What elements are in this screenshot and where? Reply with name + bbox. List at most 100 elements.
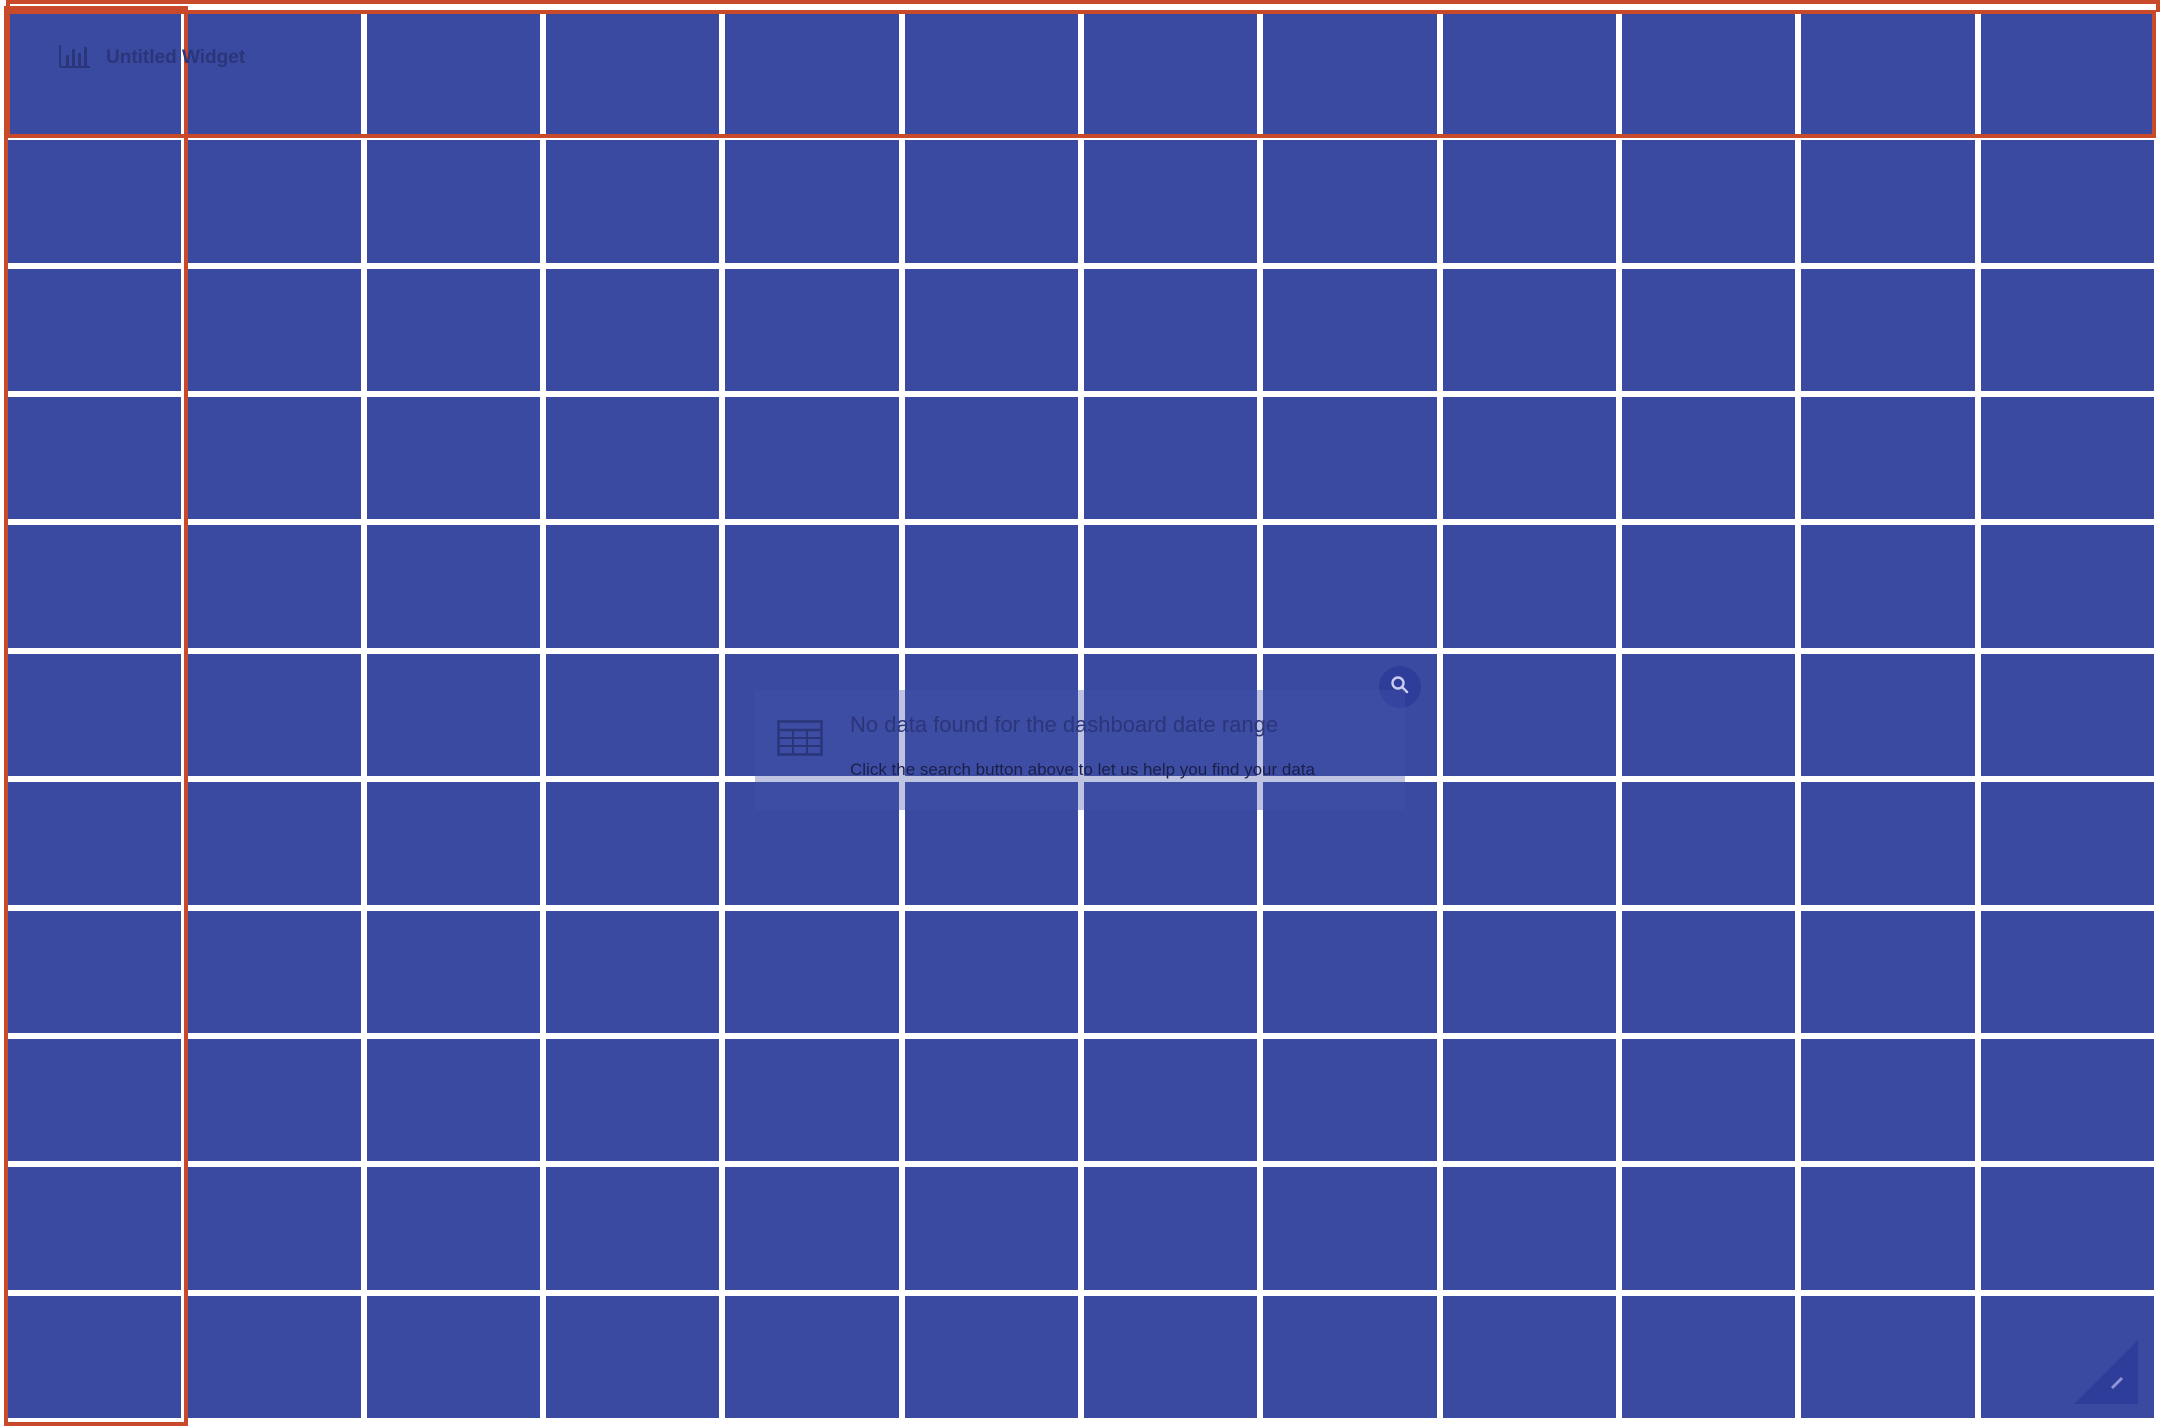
grid-cell[interactable] xyxy=(725,1295,899,1418)
grid-cell[interactable] xyxy=(545,140,720,263)
grid-cell[interactable] xyxy=(8,1167,182,1290)
grid-cell[interactable] xyxy=(1083,397,1258,520)
grid-cell[interactable] xyxy=(1801,12,1975,135)
grid-cell[interactable] xyxy=(187,140,361,263)
grid-cell[interactable] xyxy=(725,1038,899,1162)
grid-cell[interactable] xyxy=(1442,268,1616,392)
grid-cell[interactable] xyxy=(904,525,1078,648)
grid-cell[interactable] xyxy=(8,140,182,263)
grid-cell[interactable] xyxy=(545,525,720,648)
grid-cell[interactable] xyxy=(1801,782,1975,905)
grid-cell[interactable] xyxy=(545,653,720,777)
grid-cell[interactable] xyxy=(1263,910,1437,1033)
grid-cell[interactable] xyxy=(904,397,1078,520)
grid-cell[interactable] xyxy=(725,525,899,648)
grid-cell[interactable] xyxy=(1621,140,1796,263)
grid-cell[interactable] xyxy=(187,1167,361,1290)
grid-cell[interactable] xyxy=(366,397,540,520)
grid-cell[interactable] xyxy=(545,1038,720,1162)
grid-cell[interactable] xyxy=(187,1295,361,1418)
grid-cell[interactable] xyxy=(725,12,899,135)
grid-cell[interactable] xyxy=(366,1167,540,1290)
grid-cell[interactable] xyxy=(1083,268,1258,392)
grid-cell[interactable] xyxy=(366,653,540,777)
grid-cell[interactable] xyxy=(1801,397,1975,520)
grid-cell[interactable] xyxy=(1621,525,1796,648)
grid-cell[interactable] xyxy=(725,268,899,392)
grid-cell[interactable] xyxy=(8,268,182,392)
grid-cell[interactable] xyxy=(1621,653,1796,777)
grid-cell[interactable] xyxy=(187,1038,361,1162)
grid-cell[interactable] xyxy=(1801,653,1975,777)
grid-cell[interactable] xyxy=(1442,653,1616,777)
grid-cell[interactable] xyxy=(1442,12,1616,135)
grid-cell[interactable] xyxy=(904,140,1078,263)
resize-handle[interactable] xyxy=(2074,1340,2138,1404)
grid-cell[interactable] xyxy=(545,12,720,135)
grid-cell[interactable] xyxy=(1263,1038,1437,1162)
grid-cell[interactable] xyxy=(725,910,899,1033)
grid-cell[interactable] xyxy=(1442,140,1616,263)
grid-cell[interactable] xyxy=(904,1295,1078,1418)
grid-cell[interactable] xyxy=(545,910,720,1033)
grid-cell[interactable] xyxy=(1083,1038,1258,1162)
grid-cell[interactable] xyxy=(545,1167,720,1290)
grid-cell[interactable] xyxy=(1263,140,1437,263)
grid-cell[interactable] xyxy=(366,525,540,648)
widget-header[interactable]: Untitled Widget xyxy=(58,40,245,76)
grid-cell[interactable] xyxy=(1263,397,1437,520)
grid-cell[interactable] xyxy=(8,1295,182,1418)
grid-cell[interactable] xyxy=(187,268,361,392)
grid-cell[interactable] xyxy=(1442,782,1616,905)
grid-cell[interactable] xyxy=(1801,1038,1975,1162)
grid-cell[interactable] xyxy=(545,1295,720,1418)
grid-cell[interactable] xyxy=(545,782,720,905)
widget-title[interactable]: Untitled Widget xyxy=(106,47,245,69)
grid-cell[interactable] xyxy=(1801,140,1975,263)
grid-cell[interactable] xyxy=(904,910,1078,1033)
grid-cell[interactable] xyxy=(1980,782,2154,905)
grid-cell[interactable] xyxy=(1442,397,1616,520)
grid-cell[interactable] xyxy=(1621,910,1796,1033)
grid-cell[interactable] xyxy=(1442,1038,1616,1162)
grid-cell[interactable] xyxy=(725,140,899,263)
grid-cell[interactable] xyxy=(904,12,1078,135)
grid-cell[interactable] xyxy=(1083,1167,1258,1290)
grid-cell[interactable] xyxy=(8,525,182,648)
grid-cell[interactable] xyxy=(1980,1038,2154,1162)
grid-cell[interactable] xyxy=(1980,397,2154,520)
grid-cell[interactable] xyxy=(1621,782,1796,905)
grid-cell[interactable] xyxy=(904,1167,1078,1290)
grid-cell[interactable] xyxy=(1442,1167,1616,1290)
grid-cell[interactable] xyxy=(1621,397,1796,520)
grid-cell[interactable] xyxy=(1442,910,1616,1033)
grid-cell[interactable] xyxy=(904,268,1078,392)
grid-cell[interactable] xyxy=(366,1295,540,1418)
grid-cell[interactable] xyxy=(545,268,720,392)
grid-cell[interactable] xyxy=(187,653,361,777)
grid-cell[interactable] xyxy=(187,397,361,520)
grid-cell[interactable] xyxy=(1263,1295,1437,1418)
grid-cell[interactable] xyxy=(904,1038,1078,1162)
grid-cell[interactable] xyxy=(8,653,182,777)
grid-cell[interactable] xyxy=(1621,12,1796,135)
grid-cell[interactable] xyxy=(1980,525,2154,648)
grid-cell[interactable] xyxy=(1980,653,2154,777)
grid-cell[interactable] xyxy=(1442,525,1616,648)
grid-cell[interactable] xyxy=(1801,910,1975,1033)
grid-cell[interactable] xyxy=(1980,910,2154,1033)
grid-cell[interactable] xyxy=(1083,140,1258,263)
grid-cell[interactable] xyxy=(1083,910,1258,1033)
grid-cell[interactable] xyxy=(1621,268,1796,392)
grid-cell[interactable] xyxy=(1801,1295,1975,1418)
grid-cell[interactable] xyxy=(366,1038,540,1162)
grid-cell[interactable] xyxy=(725,397,899,520)
grid-cell[interactable] xyxy=(1980,1167,2154,1290)
grid-cell[interactable] xyxy=(1801,1167,1975,1290)
grid-cell[interactable] xyxy=(187,525,361,648)
grid-cell[interactable] xyxy=(1442,1295,1616,1418)
grid-cell[interactable] xyxy=(545,397,720,520)
grid-cell[interactable] xyxy=(366,910,540,1033)
grid-cell[interactable] xyxy=(1083,12,1258,135)
grid-cell[interactable] xyxy=(1801,268,1975,392)
